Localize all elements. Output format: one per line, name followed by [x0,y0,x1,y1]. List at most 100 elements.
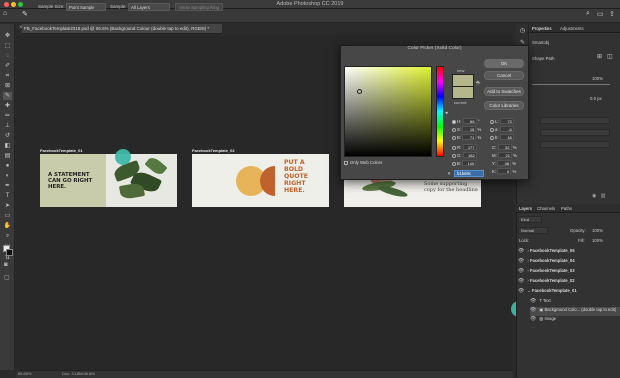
gradient-tool-icon[interactable]: ▤ [3,152,12,160]
clone-stamp-tool-icon[interactable]: ⊥ [3,122,12,130]
crop-tool-icon[interactable]: ⌗ [3,72,12,80]
layer-row-selected[interactable]: 👁 ▣ Background Colo... (double tap to edi… [530,307,620,316]
saturation-brightness-field[interactable] [344,66,432,157]
magenta-field[interactable]: M: 21 % [492,152,517,158]
properties-button-1[interactable] [540,117,610,124]
blur-tool-icon[interactable]: ● [3,162,12,170]
eye-icon[interactable]: 👁 [518,288,524,294]
color-libraries-button[interactable]: Color Libraries [484,101,524,110]
chevron-right-icon[interactable]: › [527,278,528,283]
zoom-readout[interactable]: 66.66% [18,371,32,376]
hue-slider-handle-icon[interactable]: ◂ [445,110,448,116]
rectangle-tool-icon[interactable]: ▭ [3,212,12,220]
path-select-tool-icon[interactable]: ➤ [3,202,12,210]
link-icon[interactable]: ⊞ [597,53,602,60]
eye-icon[interactable]: 👁 [518,268,524,274]
healing-brush-tool-icon[interactable]: ✚ [3,102,12,110]
move-tool-icon[interactable]: ✥ [3,32,12,40]
hue-slider[interactable] [436,66,444,157]
properties-percent[interactable]: 100% [592,76,603,81]
black-field[interactable]: K: 0 % [492,168,516,174]
properties-px-value[interactable]: 0.0 px [590,96,602,101]
cyan-field[interactable]: C: 32 % [492,144,517,150]
home-icon[interactable]: ⌂ [3,10,7,17]
properties-button-2[interactable] [540,129,610,136]
visibility-icon[interactable]: ◉ [592,193,596,199]
add-to-swatches-button[interactable]: Add to Swatches [484,87,524,96]
artboard-01[interactable]: A STATEMENT CAN GO RIGHT HERE. [40,154,177,207]
layer-row[interactable]: 👁 ⌄ FacebookTemplate_01 [516,288,620,297]
only-web-colors-checkbox[interactable]: Only Web Colors [344,160,382,165]
artboard-label-01[interactable]: FacebookTemplate_01 [40,148,83,153]
layer-row[interactable]: 👁 T Text [530,298,620,307]
opacity-value[interactable]: 100% [592,228,603,233]
history-brush-tool-icon[interactable]: ↺ [3,132,12,140]
background-color-swatch[interactable] [6,249,13,256]
history-panel-icon[interactable]: ◷ [519,28,526,35]
marquee-tool-icon[interactable]: ⬚ [3,42,12,50]
current-color-swatch[interactable] [452,87,474,99]
eye-icon[interactable]: 👁 [530,307,536,313]
dodge-tool-icon[interactable]: ◐ [3,172,12,180]
green-field[interactable]: G: 182 [452,152,477,158]
brush-tool-icon[interactable]: ✏ [3,112,12,120]
document-size[interactable]: Doc: 3.18M/46.6M [62,371,95,376]
trash-icon[interactable]: ▥ [601,193,606,199]
eye-icon[interactable]: 👁 [518,248,524,254]
blend-mode-select[interactable]: Normal [518,227,548,234]
quick-mask-icon[interactable]: ◙ [4,262,8,268]
color-sample-marker[interactable] [357,89,362,94]
hex-input[interactable]: b1b68c [454,170,484,177]
type-tool-icon[interactable]: T [3,192,12,200]
tab-channels[interactable]: Channels [537,206,555,211]
hand-tool-icon[interactable]: ✋ [3,222,12,230]
lab-b-field[interactable]: b: 18 [490,134,514,140]
eyedropper-tool-icon[interactable]: ✎ [3,92,12,100]
saturation-field[interactable]: S: 15 % [452,126,481,132]
chevron-right-icon[interactable]: › [527,258,528,263]
tab-adjustments[interactable]: Adjustments [560,26,584,31]
screen-mode-icon[interactable]: ▢ [4,274,10,281]
layer-row[interactable]: 👁 ▨ Image [530,316,620,325]
eye-icon[interactable]: 👁 [518,278,524,284]
artboard-02[interactable]: PUT A BOLD QUOTE RIGHT HERE. [192,154,329,207]
quick-select-tool-icon[interactable]: ✐ [3,62,12,70]
lasso-tool-icon[interactable]: ◌ [3,52,12,60]
cancel-button[interactable]: Cancel [484,71,524,80]
ok-button[interactable]: OK [484,59,524,68]
properties-slider[interactable] [532,84,610,85]
layer-row[interactable]: 👁 › FacebookTemplate_05 [516,248,620,257]
gamut-warning-icon[interactable]: ⬘ [476,80,480,86]
layer-row[interactable]: 👁 › FacebookTemplate_02 [516,278,620,287]
hue-field[interactable]: H: 66 ° [452,118,479,124]
lab-l-field[interactable]: L: 73 [490,118,514,124]
eraser-tool-icon[interactable]: ◧ [3,142,12,150]
brightness-field[interactable]: B: 71 % [452,134,481,140]
tab-layers[interactable]: Layers [519,206,532,211]
show-sampling-ring-checkbox[interactable]: Show Sampling Ring [175,3,223,11]
tab-paths[interactable]: Paths [561,206,572,211]
chevron-right-icon[interactable]: › [527,248,528,253]
tab-properties[interactable]: Properties [532,26,552,31]
frame-tool-icon[interactable]: ⊠ [3,82,12,90]
lab-a-field[interactable]: a: -6 [490,126,514,132]
layer-row[interactable]: 👁 › FacebookTemplate_04 [516,258,620,267]
blue-field[interactable]: B: 140 [452,160,477,166]
workspace-icon[interactable]: ▭ [597,10,604,18]
eye-icon[interactable]: 👁 [530,316,536,322]
close-document-icon[interactable]: × [19,25,23,31]
fill-value[interactable]: 100% [592,238,603,243]
chevron-down-icon[interactable]: ⌄ [527,288,531,293]
pen-tool-icon[interactable]: ✒ [3,182,12,190]
yellow-field[interactable]: Y: 48 % [492,160,516,166]
sample-select[interactable]: All Layers [128,3,170,11]
properties-button-3[interactable] [540,141,610,148]
red-field[interactable]: R: 177 [452,144,477,150]
eye-icon[interactable]: 👁 [530,298,536,304]
layer-filter-select[interactable]: Kind [518,216,542,223]
mask-icon[interactable]: ◫ [607,53,613,60]
sample-size-select[interactable]: Point Sample [66,3,106,11]
artboard-label-02[interactable]: FacebookTemplate_02 [192,148,235,153]
layer-row[interactable]: 👁 › FacebookTemplate_03 [516,268,620,277]
chevron-right-icon[interactable]: › [527,268,528,273]
